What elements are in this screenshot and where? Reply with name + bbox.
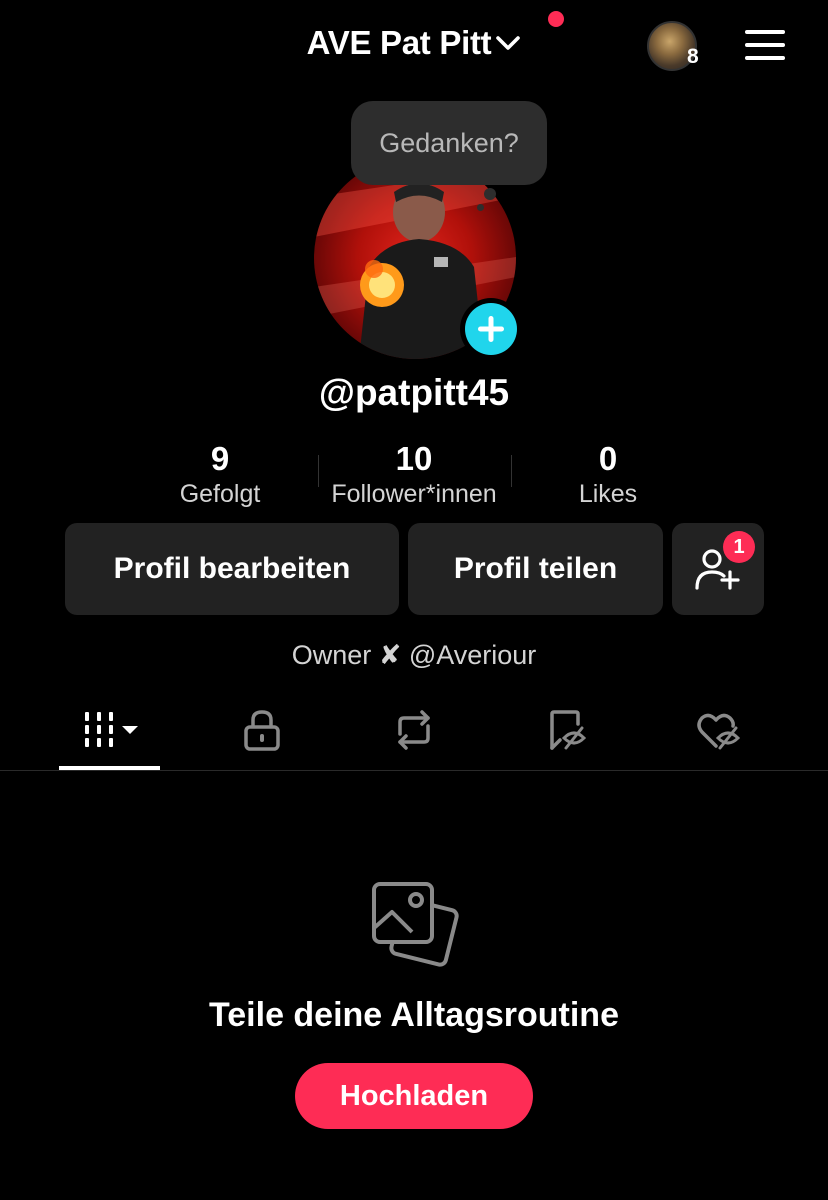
friend-request-badge: 1 — [723, 531, 755, 563]
followers-count: 10 — [395, 440, 433, 477]
plus-icon — [478, 316, 504, 342]
following-count: 9 — [210, 440, 230, 477]
photos-icon — [372, 882, 459, 967]
account-name: AVE Pat Pitt — [306, 24, 492, 61]
tab-favorites[interactable] — [528, 700, 608, 760]
share-profile-button[interactable]: Profil teilen — [408, 523, 663, 615]
tab-liked[interactable] — [678, 700, 758, 760]
likes-label: Likes — [578, 480, 638, 508]
likes-count: 0 — [598, 440, 618, 477]
bubble-tail — [484, 188, 496, 200]
notification-dot — [548, 11, 564, 27]
lock-icon — [244, 710, 280, 751]
grid-icon — [85, 712, 138, 747]
tab-reposts[interactable] — [374, 700, 454, 760]
username: @patpitt45 — [318, 372, 510, 413]
menu-icon[interactable] — [744, 28, 786, 62]
followers-label: Follower*innen — [331, 480, 497, 508]
bubble-tail-small — [477, 204, 484, 211]
add-story-button[interactable] — [460, 298, 522, 360]
thoughts-bubble-text: Gedanken? — [379, 128, 519, 158]
tab-divider — [0, 770, 828, 771]
stat-following[interactable]: 9 Gefolgt — [160, 440, 280, 509]
tab-videos[interactable] — [70, 700, 150, 760]
following-label: Gefolgt — [179, 480, 261, 508]
empty-state-title: Teile deine Alltagsroutine — [209, 996, 619, 1034]
tab-private[interactable] — [222, 700, 302, 760]
edit-profile-button[interactable]: Profil bearbeiten — [65, 523, 399, 615]
chevron-down-icon — [496, 36, 521, 50]
stat-followers[interactable]: 10 Follower*innen — [314, 440, 514, 509]
bookmark-hidden-icon — [550, 710, 587, 750]
repost-icon — [398, 710, 430, 750]
stat-likes[interactable]: 0 Likes — [548, 440, 668, 509]
stat-divider — [511, 455, 512, 487]
story-count: 8 — [687, 45, 699, 68]
heart-hidden-icon — [697, 713, 741, 750]
account-switcher[interactable]: AVE Pat Pitt — [0, 24, 828, 62]
upload-button[interactable]: Hochladen — [295, 1063, 533, 1129]
profile-bio: Owner ✘ @Averiour — [291, 640, 537, 670]
